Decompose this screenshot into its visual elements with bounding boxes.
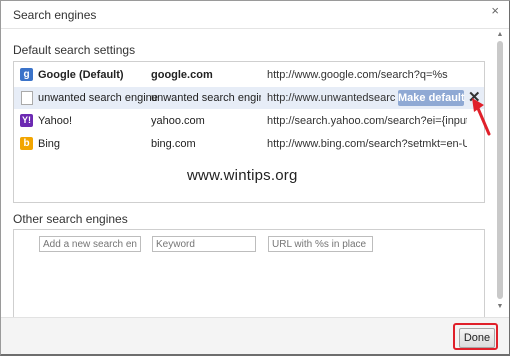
new-engine-name-input[interactable] (39, 236, 141, 252)
engine-name: Bing (38, 138, 61, 150)
engine-keyword: bing.com (151, 138, 196, 150)
engine-name: Google (Default) (38, 69, 124, 81)
page-icon (21, 91, 33, 105)
close-icon[interactable]: × (491, 3, 499, 18)
make-default-button[interactable]: Make default (398, 90, 465, 106)
engine-row-bing[interactable]: b Bing bing.com http://www.bing.com/sear… (14, 133, 484, 155)
scroll-down-icon[interactable]: ▼ (496, 303, 504, 311)
dialog-title: Search engines (13, 8, 97, 22)
done-button[interactable]: Done (459, 328, 495, 348)
scrollbar-thumb[interactable] (497, 41, 503, 299)
engine-url: http://search.yahoo.com/search?ei={input… (267, 115, 467, 127)
dialog-scrollbar[interactable]: ▲ ▼ (495, 31, 505, 311)
other-engines-list (13, 229, 485, 320)
engine-row-yahoo[interactable]: Y! Yahoo! yahoo.com http://search.yahoo.… (14, 110, 484, 132)
google-favicon-icon: g (20, 68, 33, 81)
engine-url: http://www.unwantedsearch.c... (267, 92, 395, 104)
engine-row-google[interactable]: g Google (Default) google.com http://www… (14, 64, 484, 86)
engine-row-unwanted[interactable]: unwanted search engine unwanted search e… (14, 87, 484, 109)
engine-name: Yahoo! (38, 115, 73, 127)
yahoo-favicon-icon: Y! (20, 114, 33, 127)
default-search-settings-title: Default search settings (13, 43, 136, 57)
engine-name: unwanted search engine (38, 92, 158, 104)
engine-keyword: yahoo.com (151, 115, 205, 127)
other-search-engines-title: Other search engines (13, 212, 128, 226)
new-engine-url-input[interactable] (268, 236, 373, 252)
bing-favicon-icon: b (20, 137, 33, 150)
annotation-arrow-icon (472, 98, 491, 136)
search-engines-dialog: Search engines × Default search settings… (0, 0, 510, 356)
header-divider (1, 28, 509, 29)
watermark-text: www.wintips.org (187, 167, 298, 184)
new-engine-keyword-input[interactable] (152, 236, 256, 252)
engine-url: http://www.google.com/search?q=%s (267, 69, 448, 81)
scroll-up-icon[interactable]: ▲ (496, 31, 504, 39)
engine-keyword: unwanted search engine (151, 92, 261, 104)
engine-keyword: google.com (151, 69, 213, 81)
engine-url: http://www.bing.com/search?setmkt=en-US&… (267, 138, 467, 150)
dialog-footer: Done (1, 317, 509, 354)
